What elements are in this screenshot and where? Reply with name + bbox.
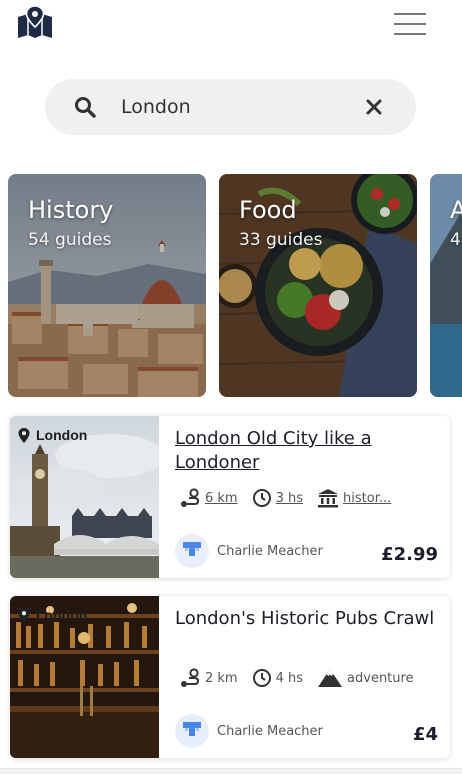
route-icon — [181, 488, 200, 507]
distance-text: 2 km — [205, 670, 238, 686]
hamburger-menu-icon[interactable] — [393, 12, 427, 36]
top-bar — [0, 0, 462, 60]
category-guide-count: 4 — [450, 230, 461, 250]
mountain-icon — [318, 669, 343, 687]
clock-icon — [252, 489, 271, 507]
tour-price: £4 — [412, 724, 438, 745]
map-pin-logo-icon[interactable] — [16, 5, 54, 39]
tour-meta: 6 km 3 hs histor... — [179, 488, 405, 508]
category-title: History — [28, 196, 114, 224]
avatar — [175, 714, 209, 748]
tour-card[interactable]: London London's Historic Pubs Crawl 2 km… — [10, 596, 450, 758]
avatar-icon — [183, 542, 201, 556]
tour-card[interactable]: London London Old City like a Londoner 6… — [10, 416, 450, 578]
search-input[interactable] — [121, 89, 351, 125]
tour-title-link[interactable]: London Old City like a Londoner — [175, 427, 435, 475]
distance-text: 6 km — [205, 490, 238, 506]
category-card-food[interactable]: Food 33 guides — [219, 174, 417, 397]
tour-title[interactable]: London's Historic Pubs Crawl — [175, 607, 435, 631]
location-text: London — [36, 427, 88, 443]
tag-text[interactable]: histor... — [343, 491, 391, 506]
location-label: London — [18, 426, 87, 444]
tour-price: £2.99 — [381, 544, 438, 565]
location-pin-icon — [18, 607, 30, 623]
author: Charlie Meacher — [175, 534, 323, 568]
category-title: A — [450, 196, 462, 224]
search-bar — [45, 79, 416, 135]
category-card-partial[interactable]: A 4 — [430, 174, 462, 397]
museum-icon — [318, 489, 339, 508]
tag-meta: adventure — [317, 668, 414, 688]
tag-meta: histor... — [317, 488, 391, 508]
author-name: Charlie Meacher — [217, 723, 323, 739]
bottom-edge — [0, 768, 462, 774]
distance-meta: 2 km — [179, 668, 238, 688]
duration-text: 3 hs — [275, 490, 304, 506]
clock-icon — [252, 669, 271, 687]
category-guide-count: 33 guides — [239, 230, 323, 250]
author-name: Charlie Meacher — [217, 543, 323, 559]
tour-meta: 2 km 4 hs adventure — [179, 668, 428, 688]
tag-text[interactable]: adventure — [347, 671, 414, 686]
location-pin-icon — [18, 427, 30, 443]
location-label: London — [18, 606, 87, 624]
route-icon — [181, 668, 200, 687]
duration-meta: 3 hs — [252, 488, 303, 508]
avatar-icon — [183, 722, 201, 736]
clear-search-icon[interactable] — [365, 98, 383, 116]
duration-text: 4 hs — [275, 670, 304, 686]
category-guide-count: 54 guides — [28, 230, 112, 250]
distance-meta: 6 km — [179, 488, 238, 508]
duration-meta: 4 hs — [252, 668, 303, 688]
category-card-history[interactable]: History 54 guides — [8, 174, 206, 397]
category-title: Food — [239, 196, 297, 224]
location-text: London — [36, 607, 88, 623]
category-carousel[interactable]: History 54 guides Food 33 guides A 4 — [0, 174, 462, 400]
avatar — [175, 534, 209, 568]
author: Charlie Meacher — [175, 714, 323, 748]
search-icon[interactable] — [74, 96, 96, 118]
